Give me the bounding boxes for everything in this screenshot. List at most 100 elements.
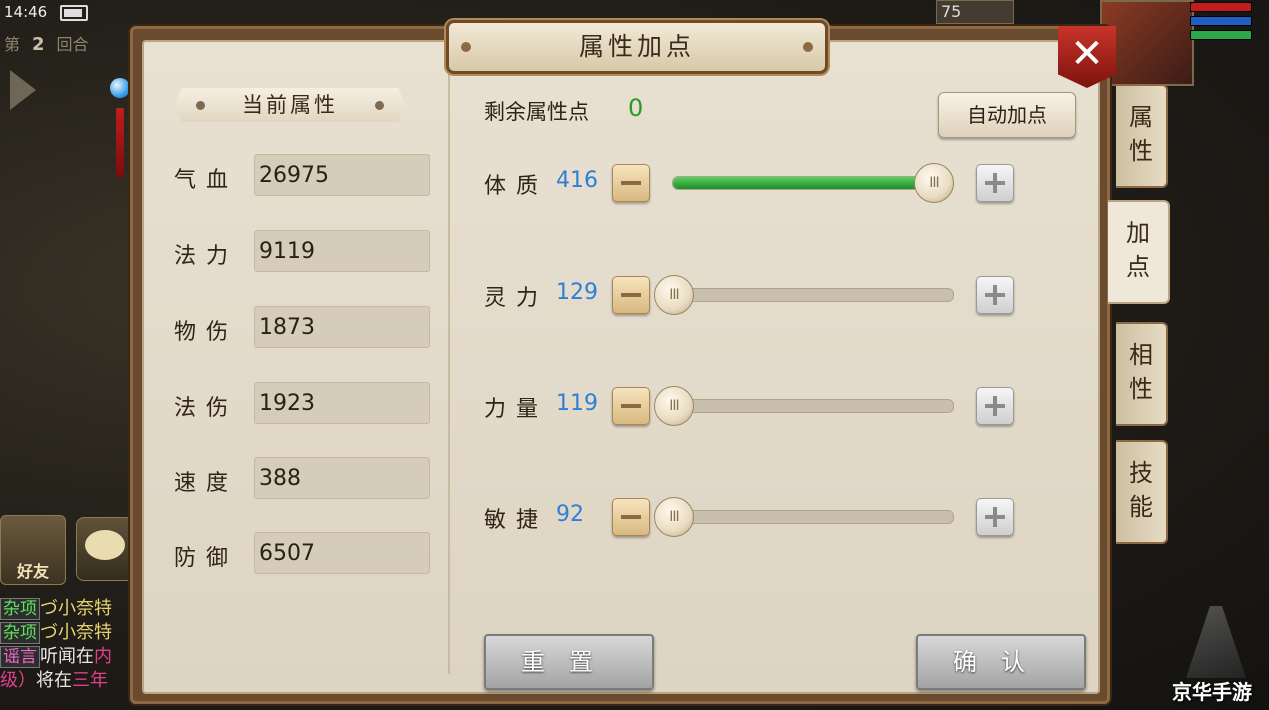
slider-thumb[interactable]: III <box>654 275 694 315</box>
attribute-value: 416 <box>556 168 598 193</box>
plus-button[interactable] <box>976 387 1014 425</box>
stat-row-magic-damage: 法伤 1923 <box>174 382 434 426</box>
chat-text: づ小奈特 <box>40 598 112 619</box>
chat-text: 听闻在 <box>40 646 94 667</box>
chat-prefix: 级） <box>0 670 36 691</box>
stat-value: 1923 <box>254 382 430 424</box>
slider-fill <box>673 177 933 189</box>
stat-value: 9119 <box>254 230 430 272</box>
attribute-slider[interactable]: III <box>654 275 954 315</box>
chat-tag: 杂项 <box>0 598 40 620</box>
mp-bar <box>1190 16 1252 26</box>
remaining-points-label: 剩余属性点 <box>484 100 589 124</box>
reset-button[interactable]: 重置 <box>484 634 654 690</box>
stat-label: 法力 <box>174 244 239 269</box>
panel-title-text: 属性加点 <box>578 32 695 61</box>
stat-row-hp: 气血 26975 <box>174 154 434 198</box>
current-attributes-header: 当前属性 <box>174 88 406 122</box>
attribute-value: 92 <box>556 502 584 527</box>
stat-value: 388 <box>254 457 430 499</box>
hp-bar <box>1190 2 1252 12</box>
tassel-icon <box>116 108 124 178</box>
player-bars <box>1190 2 1252 44</box>
chat-text: づ小奈特 <box>40 622 112 643</box>
pendant-ornament-icon <box>109 68 131 178</box>
plus-button[interactable] <box>976 276 1014 314</box>
tab-skills[interactable]: 技 能 <box>1116 440 1168 544</box>
stat-value: 6507 <box>254 532 430 574</box>
chat-bubble-icon <box>85 530 125 560</box>
chat-log[interactable]: 杂项 づ小奈特 杂项 づ小奈特 谣言 听闻在内 级）将在三年 <box>0 597 140 693</box>
tab-allocate[interactable]: 加 点 <box>1108 200 1170 304</box>
chat-button[interactable] <box>76 517 134 581</box>
attribute-label: 敏捷 <box>484 508 549 533</box>
chat-tag: 杂项 <box>0 622 40 644</box>
slider-thumb[interactable]: III <box>914 163 954 203</box>
chat-highlight: 内 <box>94 646 112 667</box>
rivet-icon <box>196 101 205 110</box>
orb-icon <box>110 78 130 98</box>
slider-thumb[interactable]: III <box>654 386 694 426</box>
close-icon: ✕ <box>1070 31 1104 77</box>
attribute-label: 力量 <box>484 397 549 422</box>
attribute-row-spirit: 灵力 129 III <box>484 272 1084 316</box>
close-button[interactable]: ✕ <box>1058 26 1116 88</box>
attribute-label: 灵力 <box>484 286 549 311</box>
expand-arrow-icon[interactable] <box>10 70 36 110</box>
current-attributes-title: 当前属性 <box>242 93 338 117</box>
panel-body: 属性加点 ✕ 当前属性 气血 26975 法力 9119 物伤 1873 法伤 … <box>142 20 1116 694</box>
minus-button[interactable] <box>612 387 650 425</box>
stat-row-mp: 法力 9119 <box>174 230 434 274</box>
rivet-icon <box>803 42 813 52</box>
round-prefix: 第 <box>4 35 21 54</box>
attribute-label: 体质 <box>484 174 549 199</box>
chat-line: 杂项 づ小奈特 <box>0 597 140 621</box>
slider-thumb[interactable]: III <box>654 497 694 537</box>
stat-label: 速度 <box>174 471 239 496</box>
tab-label: 技 能 <box>1129 459 1153 521</box>
attribute-slider[interactable]: III <box>672 163 954 203</box>
tab-affinity[interactable]: 相 性 <box>1116 322 1168 426</box>
attribute-value: 119 <box>556 391 598 416</box>
stat-value: 1873 <box>254 306 430 348</box>
chat-line: 谣言 听闻在内 <box>0 645 140 669</box>
stat-label: 物伤 <box>174 320 239 345</box>
ally-hp-value: 75 <box>941 2 962 21</box>
chat-line: 杂项 づ小奈特 <box>0 621 140 645</box>
ally-portrait[interactable]: 75 <box>936 0 1014 24</box>
tab-label: 属 性 <box>1129 103 1153 165</box>
ap-bar <box>1190 30 1252 40</box>
round-suffix: 回合 <box>56 35 89 54</box>
column-divider <box>448 54 450 674</box>
panel-title: 属性加点 <box>446 20 828 74</box>
tab-attributes[interactable]: 属 性 <box>1116 84 1168 188</box>
plus-button[interactable] <box>976 164 1014 202</box>
chat-line: 级）将在三年 <box>0 669 140 693</box>
rivet-icon <box>375 101 384 110</box>
stat-row-defense: 防御 6507 <box>174 532 434 576</box>
stat-row-speed: 速度 388 <box>174 457 434 501</box>
attribute-row-constitution: 体质 416 III <box>484 160 1084 204</box>
round-indicator: 第 2 回合 <box>4 31 89 55</box>
attribute-slider[interactable]: III <box>654 497 954 537</box>
clock: 14:46 <box>4 3 48 21</box>
chat-highlight: 三年 <box>72 670 108 691</box>
friends-button[interactable]: 好友 <box>0 515 66 585</box>
status-bar: 14:46 <box>0 0 124 24</box>
attribute-panel: 属性加点 ✕ 当前属性 气血 26975 法力 9119 物伤 1873 法伤 … <box>130 20 1116 704</box>
stat-value: 26975 <box>254 154 430 196</box>
tab-label: 相 性 <box>1129 341 1153 403</box>
attribute-slider[interactable]: III <box>654 386 954 426</box>
minus-button[interactable] <box>612 276 650 314</box>
plus-button[interactable] <box>976 498 1014 536</box>
chat-text: 将在 <box>36 670 72 691</box>
minus-button[interactable] <box>612 164 650 202</box>
stat-label: 法伤 <box>174 396 239 421</box>
stat-label: 气血 <box>174 168 239 193</box>
minus-button[interactable] <box>612 498 650 536</box>
confirm-button[interactable]: 确认 <box>916 634 1086 690</box>
auto-allocate-button[interactable]: 自动加点 <box>938 92 1076 138</box>
battery-icon <box>60 5 88 21</box>
attribute-row-agility: 敏捷 92 III <box>484 494 1084 538</box>
stat-row-physical-damage: 物伤 1873 <box>174 306 434 350</box>
